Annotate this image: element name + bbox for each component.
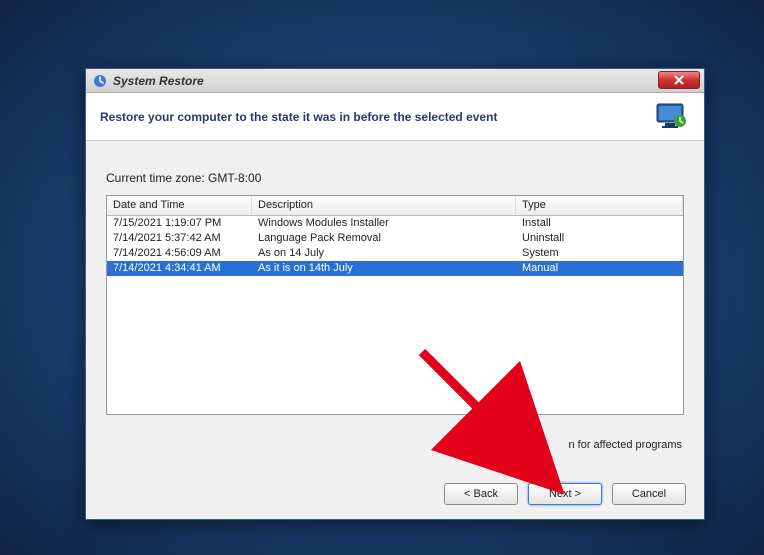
table-row[interactable]: 7/15/2021 1:19:07 PMWindows Modules Inst… [107, 216, 683, 231]
cancel-button[interactable]: Cancel [612, 483, 686, 505]
table-header: Date and Time Description Type [107, 196, 683, 216]
column-datetime[interactable]: Date and Time [107, 196, 252, 215]
table-row[interactable]: 7/14/2021 5:37:42 AMLanguage Pack Remova… [107, 231, 683, 246]
cell-datetime: 7/14/2021 5:37:42 AM [107, 231, 252, 246]
system-restore-dialog: System Restore Restore your computer to … [85, 68, 705, 520]
column-description[interactable]: Description [252, 196, 516, 215]
table-body: 7/15/2021 1:19:07 PMWindows Modules Inst… [107, 216, 683, 276]
wizard-body: Current time zone: GMT-8:00 Date and Tim… [86, 141, 704, 415]
monitor-icon [654, 99, 690, 135]
cell-type: System [516, 246, 683, 261]
cell-datetime: 7/14/2021 4:34:41 AM [107, 261, 252, 276]
cell-type: Install [516, 216, 683, 231]
cell-datetime: 7/15/2021 1:19:07 PM [107, 216, 252, 231]
close-icon [674, 75, 684, 85]
back-button[interactable]: < Back [444, 483, 518, 505]
table-row[interactable]: 7/14/2021 4:56:09 AMAs on 14 JulySystem [107, 246, 683, 261]
cell-type: Uninstall [516, 231, 683, 246]
cell-description: As it is on 14th July [252, 261, 516, 276]
window-title: System Restore [113, 74, 204, 88]
timezone-label: Current time zone: GMT-8:00 [106, 171, 684, 185]
wizard-buttons: < Back Next > Cancel [444, 483, 686, 505]
column-type[interactable]: Type [516, 196, 683, 215]
cell-description: Language Pack Removal [252, 231, 516, 246]
table-row[interactable]: 7/14/2021 4:34:41 AMAs it is on 14th Jul… [107, 261, 683, 276]
cell-description: Windows Modules Installer [252, 216, 516, 231]
cell-type: Manual [516, 261, 683, 276]
wizard-header-text: Restore your computer to the state it wa… [100, 110, 497, 124]
next-button[interactable]: Next > [528, 483, 602, 505]
restore-points-table[interactable]: Date and Time Description Type 7/15/2021… [106, 195, 684, 415]
titlebar: System Restore [86, 69, 704, 93]
restore-icon [92, 73, 108, 89]
cell-description: As on 14 July [252, 246, 516, 261]
cell-datetime: 7/14/2021 4:56:09 AM [107, 246, 252, 261]
scan-affected-link[interactable]: n for affected programs [568, 439, 682, 451]
wizard-header: Restore your computer to the state it wa… [86, 93, 704, 141]
close-button[interactable] [658, 71, 700, 89]
